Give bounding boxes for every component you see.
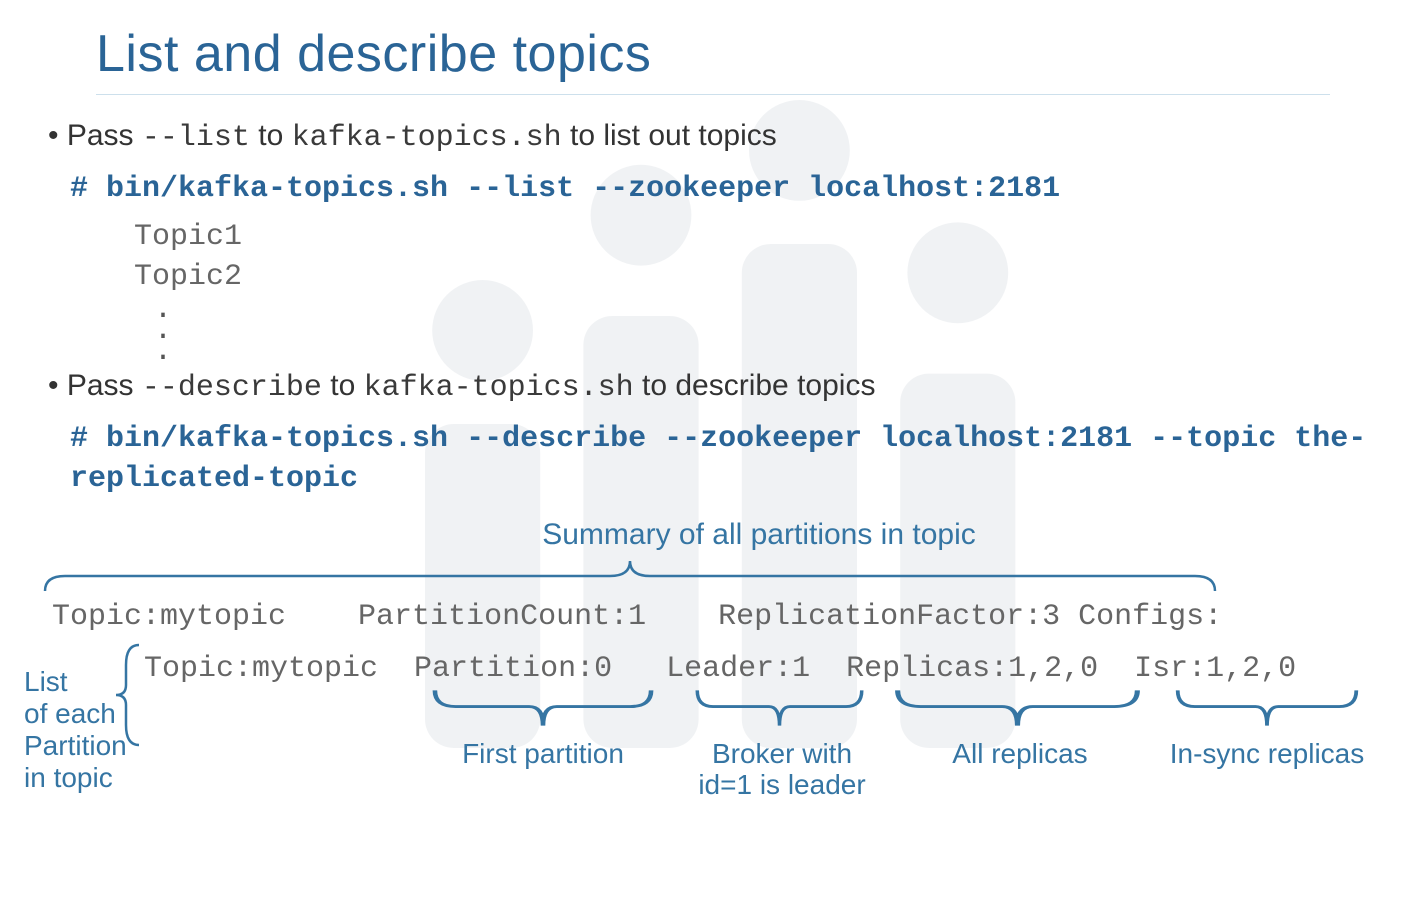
bullet-list-suffix: to list out topics [562, 119, 777, 152]
slide-title: List and describe topics [96, 24, 1402, 84]
bullet-describe: Pass --describe to kafka-topics.sh to de… [48, 369, 1402, 405]
output-topic-2: Topic2 [134, 260, 1402, 294]
brace-replicas [890, 686, 1145, 730]
command-describe: # bin/kafka-topics.sh --describe --zooke… [70, 419, 1402, 500]
label-first-partition: First partition [428, 738, 658, 769]
label-leader: Broker with id=1 is leader [682, 738, 882, 801]
bullet-describe-suffix: to describe topics [634, 369, 876, 402]
describe-row-1: Topic:mytopic PartitionCount:1 Replicati… [52, 600, 1222, 634]
describe-row-2: Topic:mytopic Partition:0 Leader:1 Repli… [144, 652, 1296, 686]
inline-code-list-cmd: kafka-topics.sh [292, 121, 562, 155]
brace-leader [692, 686, 867, 730]
output-ellipsis: ... [154, 300, 1402, 363]
left-annotation: List of each Partition in topic [24, 666, 124, 795]
brace-partition [428, 686, 658, 730]
title-rule [96, 94, 1330, 95]
describe-output-diagram: Topic:mytopic PartitionCount:1 Replicati… [24, 556, 1402, 866]
label-isr: In-sync replicas [1152, 738, 1382, 769]
summary-annotation: Summary of all partitions in topic [384, 518, 1134, 552]
bullet-describe-mid: to [322, 369, 364, 402]
bullet-list-prefix: Pass [67, 119, 142, 152]
output-topic-1: Topic1 [134, 220, 1402, 254]
label-replicas: All replicas [910, 738, 1130, 769]
brace-summary [40, 556, 1220, 596]
brace-isr [1172, 686, 1362, 730]
bullet-list: Pass --list to kafka-topics.sh to list o… [48, 119, 1402, 155]
inline-code-describe-cmd: kafka-topics.sh [364, 371, 634, 405]
bullet-list-mid: to [250, 119, 292, 152]
inline-code-list-flag: --list [142, 121, 250, 155]
command-list: # bin/kafka-topics.sh --list --zookeeper… [70, 169, 1402, 210]
bullet-describe-prefix: Pass [67, 369, 142, 402]
inline-code-describe-flag: --describe [142, 371, 322, 405]
